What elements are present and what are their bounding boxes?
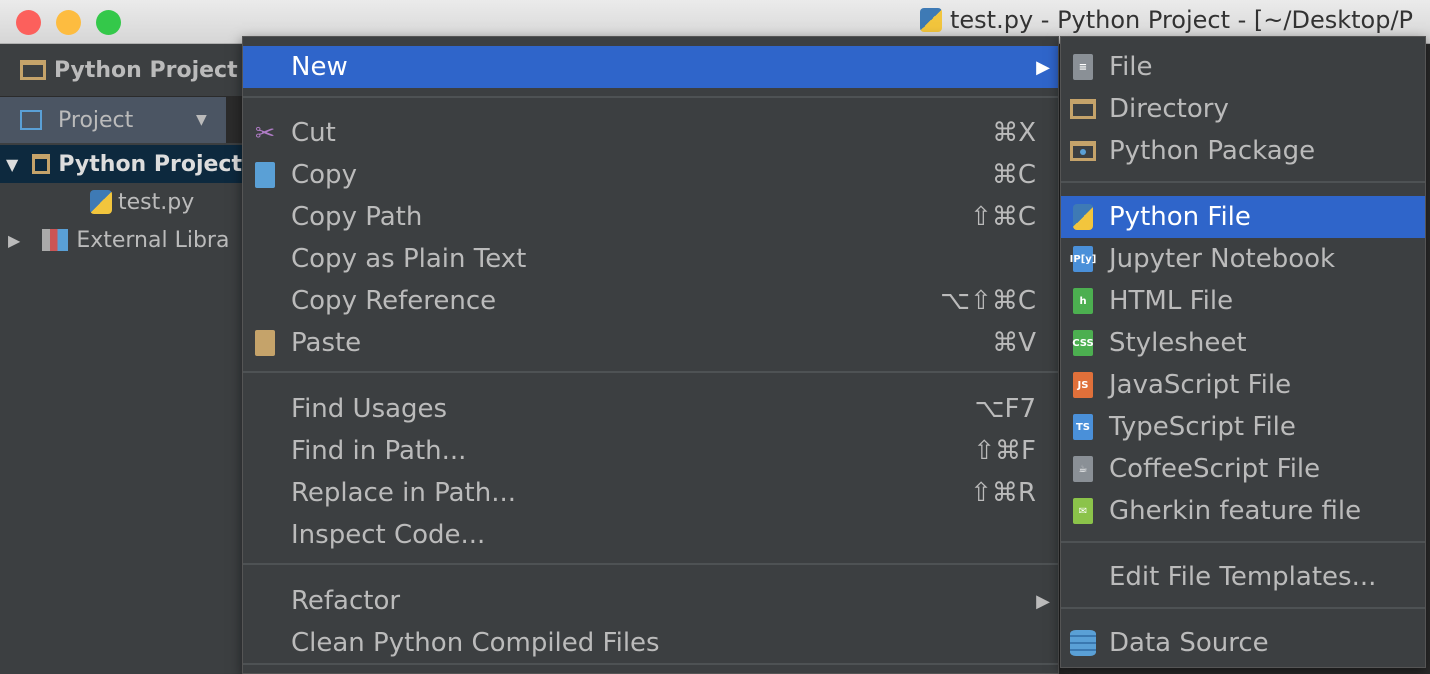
menu-item-find-usages[interactable]: Find Usages ⌥F7: [243, 388, 1058, 430]
shortcut: ⌘C: [991, 160, 1036, 190]
menu-item-find-in-path[interactable]: Find in Path... ⇧⌘F: [243, 430, 1058, 472]
copy-icon: [251, 160, 279, 190]
library-icon: [42, 229, 69, 251]
tree-item[interactable]: test.py: [0, 183, 242, 221]
menu-item-inspect-code[interactable]: Inspect Code...: [243, 514, 1058, 556]
scissors-icon: ✂: [254, 119, 276, 147]
paste-icon: [251, 328, 279, 358]
menu-item-copy-as-plain-text[interactable]: Copy as Plain Text: [243, 238, 1058, 280]
submenu-item-edit-file-templates[interactable]: Edit File Templates...: [1061, 556, 1425, 598]
python-file-icon: [1069, 202, 1097, 232]
submenu-item-html-file[interactable]: h HTML File: [1061, 280, 1425, 322]
submenu-item-gherkin-feature-file[interactable]: ✉ Gherkin feature file: [1061, 490, 1425, 532]
menu-item-copy[interactable]: Copy ⌘C: [243, 154, 1058, 196]
shortcut: ⌥⇧⌘C: [940, 286, 1036, 316]
tree-item[interactable]: ▶ External Libra: [0, 221, 242, 259]
menu-item-clean-python-compiled-files[interactable]: Clean Python Compiled Files: [243, 622, 1058, 664]
separator: [243, 563, 1058, 565]
shortcut: ⌘V: [992, 328, 1036, 358]
project-icon: [20, 110, 42, 130]
menu-item-cut[interactable]: ✂ Cut ⌘X: [243, 112, 1058, 154]
context-menu: New ▶ ✂ Cut ⌘X Copy ⌘C Copy Path ⇧⌘C Copy as Pla…: [242, 36, 1059, 674]
new-submenu: ≡ File Directory Python Package Python File I…: [1060, 36, 1426, 668]
submenu-item-typescript-file[interactable]: TS TypeScript File: [1061, 406, 1425, 448]
project-tree: ▼ Python Project test.py ▶ External Libra: [0, 143, 242, 674]
data-source-icon: [1069, 628, 1097, 658]
python-file-icon: [920, 8, 942, 32]
submenu-item-file[interactable]: ≡ File: [1061, 46, 1425, 88]
shortcut: ⇧⌘C: [970, 202, 1036, 232]
html-file-icon: h: [1069, 286, 1097, 316]
typescript-file-icon: TS: [1069, 412, 1097, 442]
file-icon: ≡: [1069, 52, 1097, 82]
separator: [1061, 541, 1425, 543]
window-title: test.py - Python Project - [~/Desktop/P: [920, 6, 1413, 34]
submenu-item-python-file[interactable]: Python File: [1061, 196, 1425, 238]
menu-item-copy-path[interactable]: Copy Path ⇧⌘C: [243, 196, 1058, 238]
shortcut: ⇧⌘R: [970, 478, 1036, 508]
separator: [243, 371, 1058, 373]
submenu-item-jupyter-notebook[interactable]: IP[y] Jupyter Notebook: [1061, 238, 1425, 280]
submenu-item-stylesheet[interactable]: CSS Stylesheet: [1061, 322, 1425, 364]
submenu-item-coffeescript-file[interactable]: ☕ CoffeeScript File: [1061, 448, 1425, 490]
close-window-button[interactable]: [16, 10, 41, 35]
menu-item-replace-in-path[interactable]: Replace in Path... ⇧⌘R: [243, 472, 1058, 514]
shortcut: ⌘X: [992, 118, 1036, 148]
minimize-window-button[interactable]: [56, 10, 81, 35]
separator: [1061, 607, 1425, 609]
submenu-item-python-package[interactable]: Python Package: [1061, 130, 1425, 172]
submenu-item-data-source[interactable]: Data Source: [1061, 622, 1425, 664]
expand-icon[interactable]: ▼: [6, 155, 18, 174]
zoom-window-button[interactable]: [96, 10, 121, 35]
collapse-icon[interactable]: ▶: [8, 231, 20, 250]
submenu-arrow-icon: ▶: [1036, 56, 1050, 78]
project-view-selector[interactable]: Project ▼: [0, 97, 226, 143]
separator: [1061, 181, 1425, 183]
gherkin-feature-file-icon: ✉: [1069, 496, 1097, 526]
stylesheet-icon: CSS: [1069, 328, 1097, 358]
folder-icon: [32, 154, 51, 174]
separator: [243, 96, 1058, 98]
chevron-down-icon[interactable]: ▼: [196, 112, 207, 128]
submenu-item-directory[interactable]: Directory: [1061, 88, 1425, 130]
python-file-icon: [90, 190, 112, 214]
shortcut: ⌥F7: [974, 394, 1036, 424]
submenu-item-javascript-file[interactable]: JS JavaScript File: [1061, 364, 1425, 406]
directory-icon: [1069, 94, 1097, 124]
separator: [243, 663, 1058, 665]
menu-item-new[interactable]: New ▶: [243, 46, 1058, 88]
submenu-arrow-icon: ▶: [1036, 590, 1050, 612]
javascript-file-icon: JS: [1069, 370, 1097, 400]
coffeescript-file-icon: ☕: [1069, 454, 1097, 484]
shortcut: ⇧⌘F: [973, 436, 1036, 466]
menu-item-paste[interactable]: Paste ⌘V: [243, 322, 1058, 364]
tree-item[interactable]: ▼ Python Project: [0, 145, 242, 183]
menu-item-refactor[interactable]: Refactor ▶: [243, 580, 1058, 622]
breadcrumb-project[interactable]: Python Project: [54, 58, 238, 83]
python-package-icon: [1069, 136, 1097, 166]
jupyter-notebook-icon: IP[y]: [1069, 244, 1097, 274]
navigation-bar[interactable]: Python Project: [0, 44, 242, 96]
menu-item-copy-reference[interactable]: Copy Reference ⌥⇧⌘C: [243, 280, 1058, 322]
folder-icon: [20, 60, 46, 80]
